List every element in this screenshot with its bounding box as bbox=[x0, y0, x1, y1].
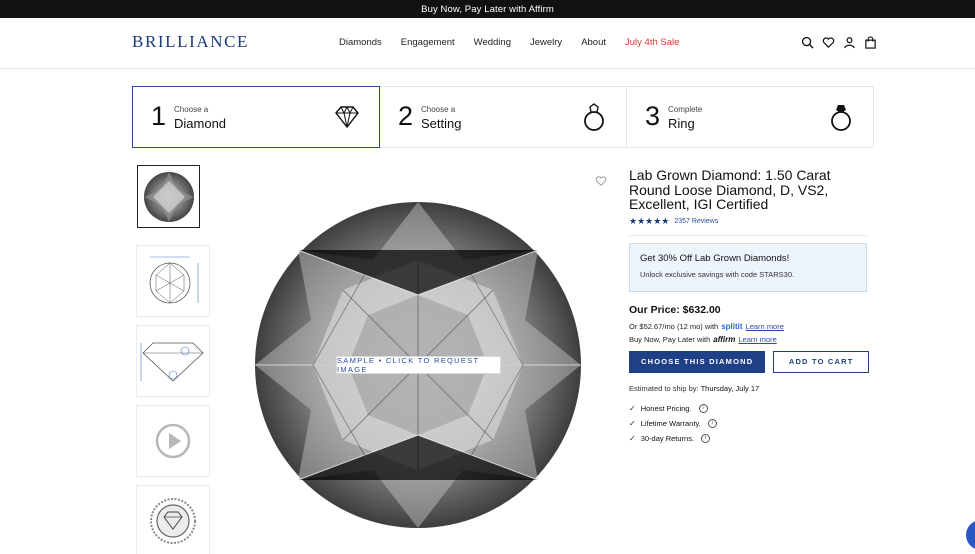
feature-item: ✓ Honest Pricing. i bbox=[629, 403, 869, 413]
divider bbox=[629, 234, 867, 236]
account-icon[interactable] bbox=[843, 36, 856, 49]
site-header: BRILLIANCE Diamonds Engagement Wedding J… bbox=[0, 18, 975, 69]
bag-icon[interactable] bbox=[864, 36, 877, 49]
step-number: 3 bbox=[645, 101, 661, 131]
product-details: Lab Grown Diamond: 1.50 Carat Round Loos… bbox=[629, 168, 869, 449]
add-to-cart-button[interactable]: ADD TO CART bbox=[773, 350, 869, 373]
main-nav: Diamonds Engagement Wedding Jewelry Abou… bbox=[339, 37, 698, 48]
star-rating: ★★★★★ bbox=[629, 215, 670, 226]
reviews-link[interactable]: 2357 Reviews bbox=[674, 218, 718, 225]
step-ring[interactable]: 3 Complete Ring bbox=[627, 86, 874, 148]
nav-sale[interactable]: July 4th Sale bbox=[625, 37, 679, 48]
request-image-button[interactable]: SAMPLE • CLICK TO REQUEST IMAGE bbox=[336, 356, 501, 374]
diamond-icon bbox=[335, 105, 359, 129]
step-subtitle: Choose a bbox=[174, 105, 209, 114]
step-subtitle: Choose a bbox=[421, 105, 456, 114]
thumb-top-diagram[interactable] bbox=[136, 245, 210, 317]
action-buttons: CHOOSE THIS DIAMOND ADD TO CART bbox=[629, 350, 869, 373]
promo-bar-text[interactable]: Buy Now, Pay Later with Affirm bbox=[421, 4, 554, 15]
nav-jewelry[interactable]: Jewelry bbox=[530, 37, 562, 48]
thumb-diamond-photo[interactable] bbox=[137, 165, 200, 228]
step-diamond[interactable]: 1 Choose a Diamond bbox=[132, 86, 380, 148]
check-icon: ✓ bbox=[629, 403, 636, 413]
affirm-logo: affirm bbox=[713, 334, 736, 344]
affirm-learn-more[interactable]: Learn more bbox=[738, 335, 776, 344]
brand-logo[interactable]: BRILLIANCE bbox=[132, 32, 249, 52]
promo-title: Get 30% Off Lab Grown Diamonds! bbox=[640, 252, 790, 264]
feature-item: ✓ 30-day Returns. i bbox=[629, 433, 869, 443]
thumb-side-diagram[interactable] bbox=[136, 325, 210, 397]
shipping-estimate: Estimated to ship by: Thursday, July 17 bbox=[629, 384, 869, 393]
choose-diamond-button[interactable]: CHOOSE THIS DIAMOND bbox=[629, 350, 766, 373]
wishlist-heart-icon[interactable] bbox=[595, 175, 607, 187]
splitit-text: Or $52.67/mo (12 mo) with bbox=[629, 321, 719, 331]
step-title: Setting bbox=[421, 116, 462, 131]
feature-item: ✓ Lifetime Warranty. i bbox=[629, 418, 869, 428]
header-icons bbox=[801, 36, 877, 49]
thumb-video[interactable] bbox=[136, 405, 210, 477]
nav-engagement[interactable]: Engagement bbox=[401, 37, 455, 48]
step-title: Ring bbox=[668, 116, 695, 131]
splitit-logo: splitit bbox=[721, 321, 743, 331]
nav-wedding[interactable]: Wedding bbox=[474, 37, 511, 48]
build-steps: 1 Choose a Diamond 2 Choose a Setting 3 … bbox=[132, 86, 874, 148]
diamond-photo-thumb bbox=[143, 171, 194, 222]
top-view-diagram bbox=[149, 256, 199, 304]
promo-banner: Get 30% Off Lab Grown Diamonds! Unlock e… bbox=[629, 242, 867, 292]
affirm-financing: Buy Now, Pay Later with affirm Learn mor… bbox=[629, 335, 869, 344]
step-subtitle: Complete bbox=[668, 105, 703, 114]
feature-label: 30-day Returns. bbox=[640, 433, 695, 443]
side-view-diagram bbox=[140, 342, 204, 382]
feature-list: ✓ Honest Pricing. i ✓ Lifetime Warranty.… bbox=[629, 403, 869, 443]
step-number: 1 bbox=[151, 101, 167, 131]
check-icon: ✓ bbox=[629, 433, 636, 443]
feature-label: Lifetime Warranty. bbox=[640, 418, 701, 428]
search-icon[interactable] bbox=[801, 36, 814, 49]
rating-row: ★★★★★ 2357 Reviews bbox=[629, 216, 869, 227]
step-number: 2 bbox=[398, 101, 414, 131]
certificate-seal-icon bbox=[150, 498, 196, 544]
promo-bar[interactable]: Buy Now, Pay Later with Affirm bbox=[0, 0, 975, 18]
chat-bubble-icon[interactable] bbox=[966, 520, 975, 550]
product-title: Lab Grown Diamond: 1.50 Carat Round Loos… bbox=[629, 167, 831, 212]
promo-code-text: Unlock exclusive savings with code STARS… bbox=[640, 269, 795, 279]
product-price: Our Price: $632.00 bbox=[629, 303, 721, 316]
splitit-learn-more[interactable]: Learn more bbox=[746, 322, 784, 331]
nav-diamonds[interactable]: Diamonds bbox=[339, 37, 382, 48]
info-icon[interactable]: i bbox=[707, 418, 717, 428]
ring-icon bbox=[831, 105, 851, 131]
step-title: Diamond bbox=[174, 116, 227, 131]
check-icon: ✓ bbox=[629, 418, 636, 428]
splitit-financing: Or $52.67/mo (12 mo) with splitit Learn … bbox=[629, 322, 869, 331]
ship-label: Estimated to ship by: bbox=[629, 383, 699, 393]
ship-date: Thursday, July 17 bbox=[700, 383, 760, 393]
heart-icon[interactable] bbox=[822, 36, 835, 49]
nav-about[interactable]: About bbox=[581, 37, 606, 48]
play-icon bbox=[155, 423, 191, 459]
feature-label: Honest Pricing. bbox=[640, 403, 692, 413]
ring-setting-icon bbox=[584, 103, 604, 131]
info-icon[interactable]: i bbox=[701, 433, 711, 443]
info-icon[interactable]: i bbox=[698, 403, 708, 413]
step-setting[interactable]: 2 Choose a Setting bbox=[380, 86, 627, 148]
thumb-certificate[interactable] bbox=[136, 485, 210, 554]
affirm-text: Buy Now, Pay Later with bbox=[629, 334, 711, 344]
